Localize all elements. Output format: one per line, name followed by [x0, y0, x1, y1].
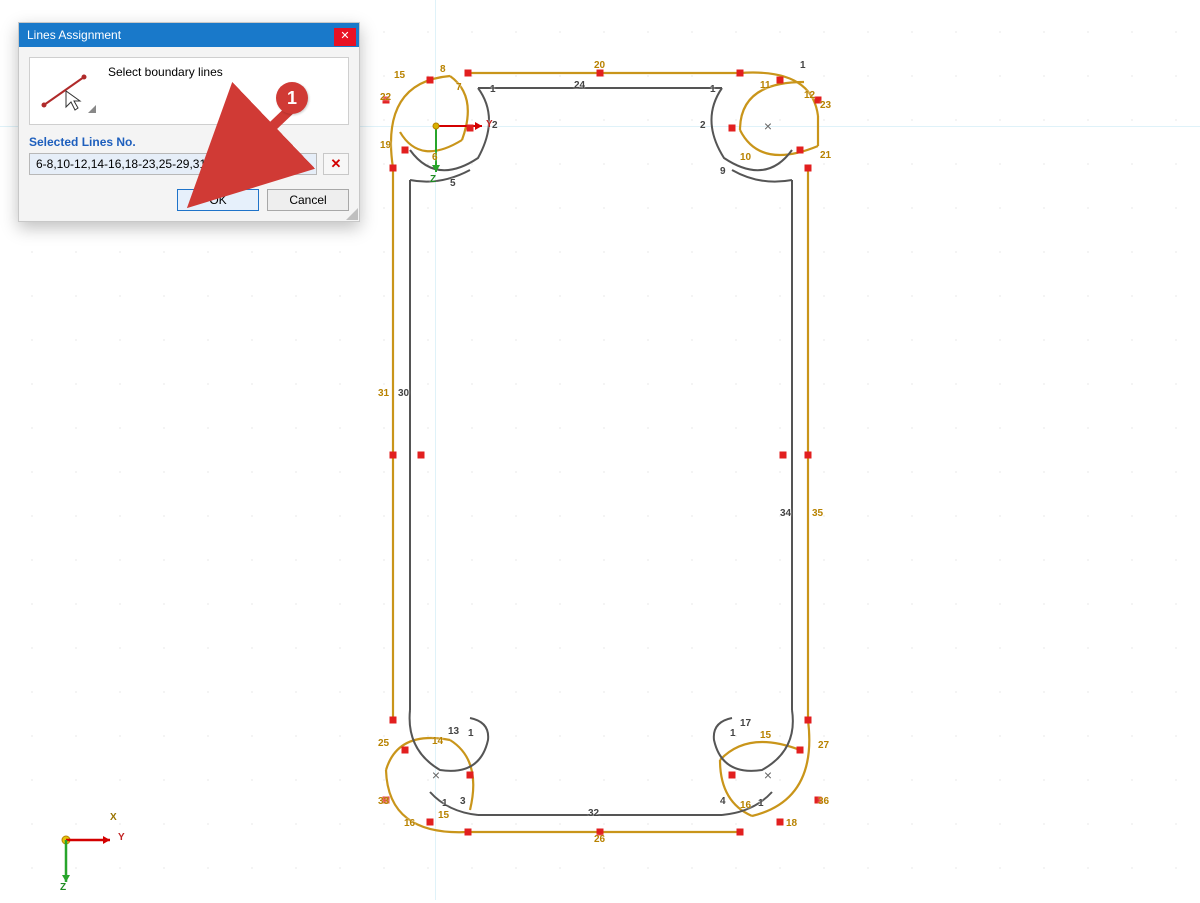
- region-label: 1: [442, 798, 448, 809]
- triad-y-label: Y: [118, 832, 125, 843]
- selection-handle[interactable]: [465, 829, 472, 836]
- line-label-15: 15: [438, 810, 449, 821]
- line-label-17: 17: [740, 718, 751, 729]
- coordinate-triad: X Y Z: [48, 820, 138, 903]
- selection-handle[interactable]: [427, 77, 434, 84]
- region-label: 1: [468, 728, 474, 739]
- line-label-35: 35: [812, 508, 823, 519]
- line-label-18b: 15: [760, 730, 771, 741]
- line-label-2: 2: [492, 120, 498, 131]
- selection-handle[interactable]: [402, 747, 409, 754]
- line-label-18: 15: [394, 70, 405, 81]
- line-label-36: 36: [818, 796, 829, 807]
- line-label-28: 26: [594, 834, 605, 845]
- selection-handle[interactable]: [805, 165, 812, 172]
- line-label-10: 10: [740, 152, 751, 163]
- line-label-8: 8: [440, 64, 446, 75]
- keypoint-x-mark: ×: [764, 118, 772, 134]
- selection-handle[interactable]: [797, 747, 804, 754]
- selection-handle[interactable]: [418, 452, 425, 459]
- line-label-30: 30: [398, 388, 409, 399]
- line-label-9: 9: [720, 166, 726, 177]
- line-label-24: 24: [574, 80, 585, 91]
- line-label-26: 23: [820, 100, 831, 111]
- line-label-1a: 1: [490, 84, 496, 95]
- selection-handle[interactable]: [390, 165, 397, 172]
- selection-handle[interactable]: [390, 452, 397, 459]
- line-label-16: 16: [404, 818, 415, 829]
- selection-handle[interactable]: [467, 772, 474, 779]
- region-label: 1: [800, 60, 806, 71]
- line-label-32: 32: [588, 808, 599, 819]
- line-label-4: 4: [720, 796, 726, 807]
- line-label-21: 19: [380, 140, 391, 151]
- origin-axes-indicator: [432, 122, 482, 172]
- keypoint-x-mark: ×: [764, 767, 772, 783]
- selection-handle[interactable]: [777, 819, 784, 826]
- line-label-33: 33: [378, 796, 389, 807]
- callout-badge-1: 1: [276, 82, 308, 114]
- selection-handle[interactable]: [390, 717, 397, 724]
- line-label-14: 14: [432, 736, 443, 747]
- line-label-27: 25: [378, 738, 389, 749]
- selection-handle[interactable]: [729, 772, 736, 779]
- inner-boundary-unselected: [410, 88, 793, 815]
- selection-handle[interactable]: [780, 452, 787, 459]
- line-label-11: 11: [760, 80, 771, 91]
- line-label-13: 13: [448, 726, 459, 737]
- line-label-34: 34: [780, 508, 791, 519]
- origin-axis-z-label: Z: [430, 174, 436, 185]
- line-label-23: 21: [820, 150, 831, 161]
- selection-handle[interactable]: [467, 125, 474, 132]
- selection-handle[interactable]: [465, 70, 472, 77]
- line-label-6: 6: [432, 152, 438, 163]
- line-label-29: 27: [818, 740, 829, 751]
- line-label-25: 22: [380, 92, 391, 103]
- callout-badge-text: 1: [287, 88, 297, 109]
- selection-handle[interactable]: [427, 819, 434, 826]
- selection-handle[interactable]: [805, 452, 812, 459]
- selection-handle[interactable]: [402, 147, 409, 154]
- selection-handle[interactable]: [729, 125, 736, 132]
- line-label-31: 31: [378, 388, 389, 399]
- line-label-5: 5: [450, 178, 456, 189]
- line-label-12: 12: [804, 90, 815, 101]
- triad-x-label: X: [110, 812, 117, 823]
- region-label: 1: [710, 84, 716, 95]
- line-label-22: 20: [594, 60, 605, 71]
- line-label-20: 18: [786, 818, 797, 829]
- selection-handle[interactable]: [805, 717, 812, 724]
- selection-handle[interactable]: [737, 829, 744, 836]
- line-label-7: 7: [456, 82, 462, 93]
- line-label-3: 3: [460, 796, 466, 807]
- line-label-19: 16: [740, 800, 751, 811]
- selection-handle[interactable]: [737, 70, 744, 77]
- selection-handle[interactable]: [777, 77, 784, 84]
- region-label: 1: [758, 798, 764, 809]
- keypoint-x-mark: ×: [432, 767, 440, 783]
- triad-z-label: Z: [60, 882, 66, 893]
- region-label: 1: [730, 728, 736, 739]
- line-label-2b: 2: [700, 120, 706, 131]
- selection-handle[interactable]: [797, 147, 804, 154]
- callout-arrow: [0, 0, 380, 230]
